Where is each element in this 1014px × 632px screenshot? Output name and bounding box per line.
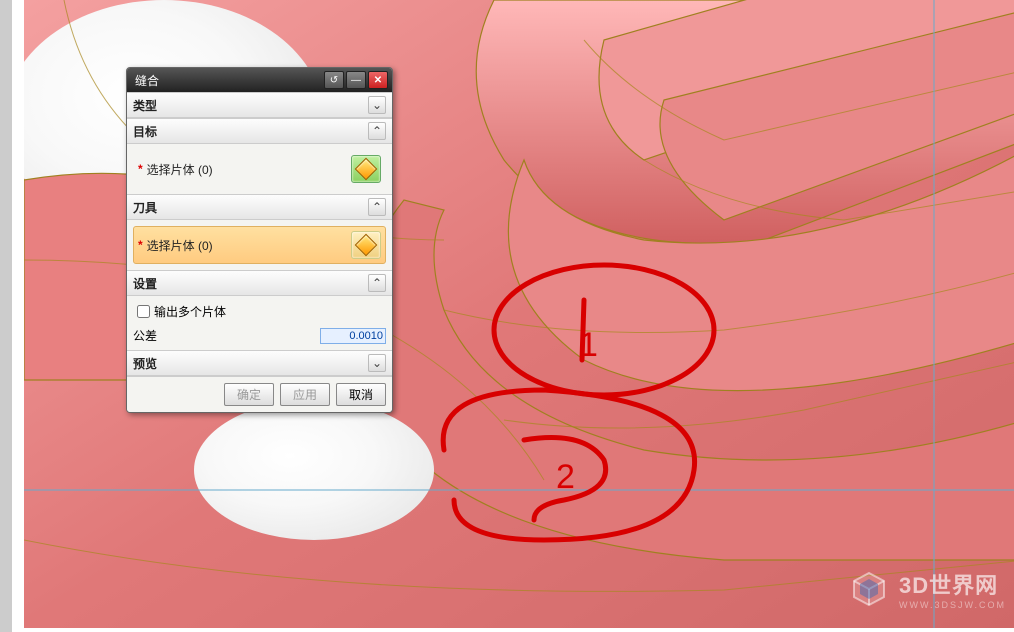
cancel-button[interactable]: 取消 (336, 383, 386, 406)
target-select-row[interactable]: * 选择片体 (0) (133, 150, 386, 188)
watermark: 3D世界网 WWW.3DSJW.COM (849, 568, 1006, 610)
chevron-up-icon[interactable]: ⌃ (368, 274, 386, 292)
close-button[interactable]: ✕ (368, 71, 388, 89)
section-preview-header[interactable]: 预览 ⌄ (127, 350, 392, 376)
dialog-titlebar[interactable]: 缝合 ↺ — ✕ (127, 68, 392, 92)
dialog-footer: 确定 应用 取消 (127, 376, 392, 412)
output-multiple-row: 输出多个片体 (133, 302, 386, 321)
watermark-url: WWW.3DSJW.COM (899, 600, 1006, 610)
tolerance-label: 公差 (133, 327, 320, 344)
chevron-down-icon[interactable]: ⌄ (368, 354, 386, 372)
chevron-up-icon[interactable]: ⌃ (368, 198, 386, 216)
required-asterisk-icon: * (138, 162, 143, 176)
app-canvas: 1 2 3D世界网 WWW.3DSJW.COM (0, 0, 1014, 632)
section-preview-label: 预览 (133, 355, 368, 372)
section-target-header[interactable]: 目标 ⌃ (127, 118, 392, 144)
output-multiple-checkbox[interactable] (137, 305, 150, 318)
dialog-title: 缝合 (135, 72, 322, 89)
sheet-body-icon (355, 234, 378, 257)
section-target-label: 目标 (133, 123, 368, 140)
sheet-body-icon (355, 158, 378, 181)
required-asterisk-icon: * (138, 238, 143, 252)
annotation-2: 2 (556, 458, 575, 496)
section-type-header[interactable]: 类型 ⌄ (127, 92, 392, 118)
annotation-1: 1 (579, 326, 598, 364)
tool-select-icon-button[interactable] (351, 231, 381, 259)
sew-dialog: 缝合 ↺ — ✕ 类型 ⌄ 目标 ⌃ * 选择片体 (0) 刀具 ⌃ (126, 67, 393, 413)
tolerance-input[interactable] (320, 328, 386, 344)
section-tool-body: * 选择片体 (0) (127, 220, 392, 270)
minimize-button[interactable]: — (346, 71, 366, 89)
section-settings-header[interactable]: 设置 ⌃ (127, 270, 392, 296)
tool-select-row[interactable]: * 选择片体 (0) (133, 226, 386, 264)
target-select-label: 选择片体 (0) (147, 161, 351, 178)
chevron-up-icon[interactable]: ⌃ (368, 122, 386, 140)
watermark-logo (849, 569, 889, 609)
chevron-down-icon[interactable]: ⌄ (368, 96, 386, 114)
section-tool-label: 刀具 (133, 199, 368, 216)
section-settings-body: 输出多个片体 公差 (127, 296, 392, 350)
reset-button[interactable]: ↺ (324, 71, 344, 89)
section-target-body: * 选择片体 (0) (127, 144, 392, 194)
section-settings-label: 设置 (133, 275, 368, 292)
output-multiple-label: 输出多个片体 (154, 303, 226, 320)
tolerance-row: 公差 (133, 327, 386, 344)
target-select-icon-button[interactable] (351, 155, 381, 183)
watermark-title: 3D世界网 (899, 568, 1006, 600)
tool-select-label: 选择片体 (0) (147, 237, 351, 254)
section-tool-header[interactable]: 刀具 ⌃ (127, 194, 392, 220)
ok-button[interactable]: 确定 (224, 383, 274, 406)
section-type-label: 类型 (133, 97, 368, 114)
apply-button[interactable]: 应用 (280, 383, 330, 406)
